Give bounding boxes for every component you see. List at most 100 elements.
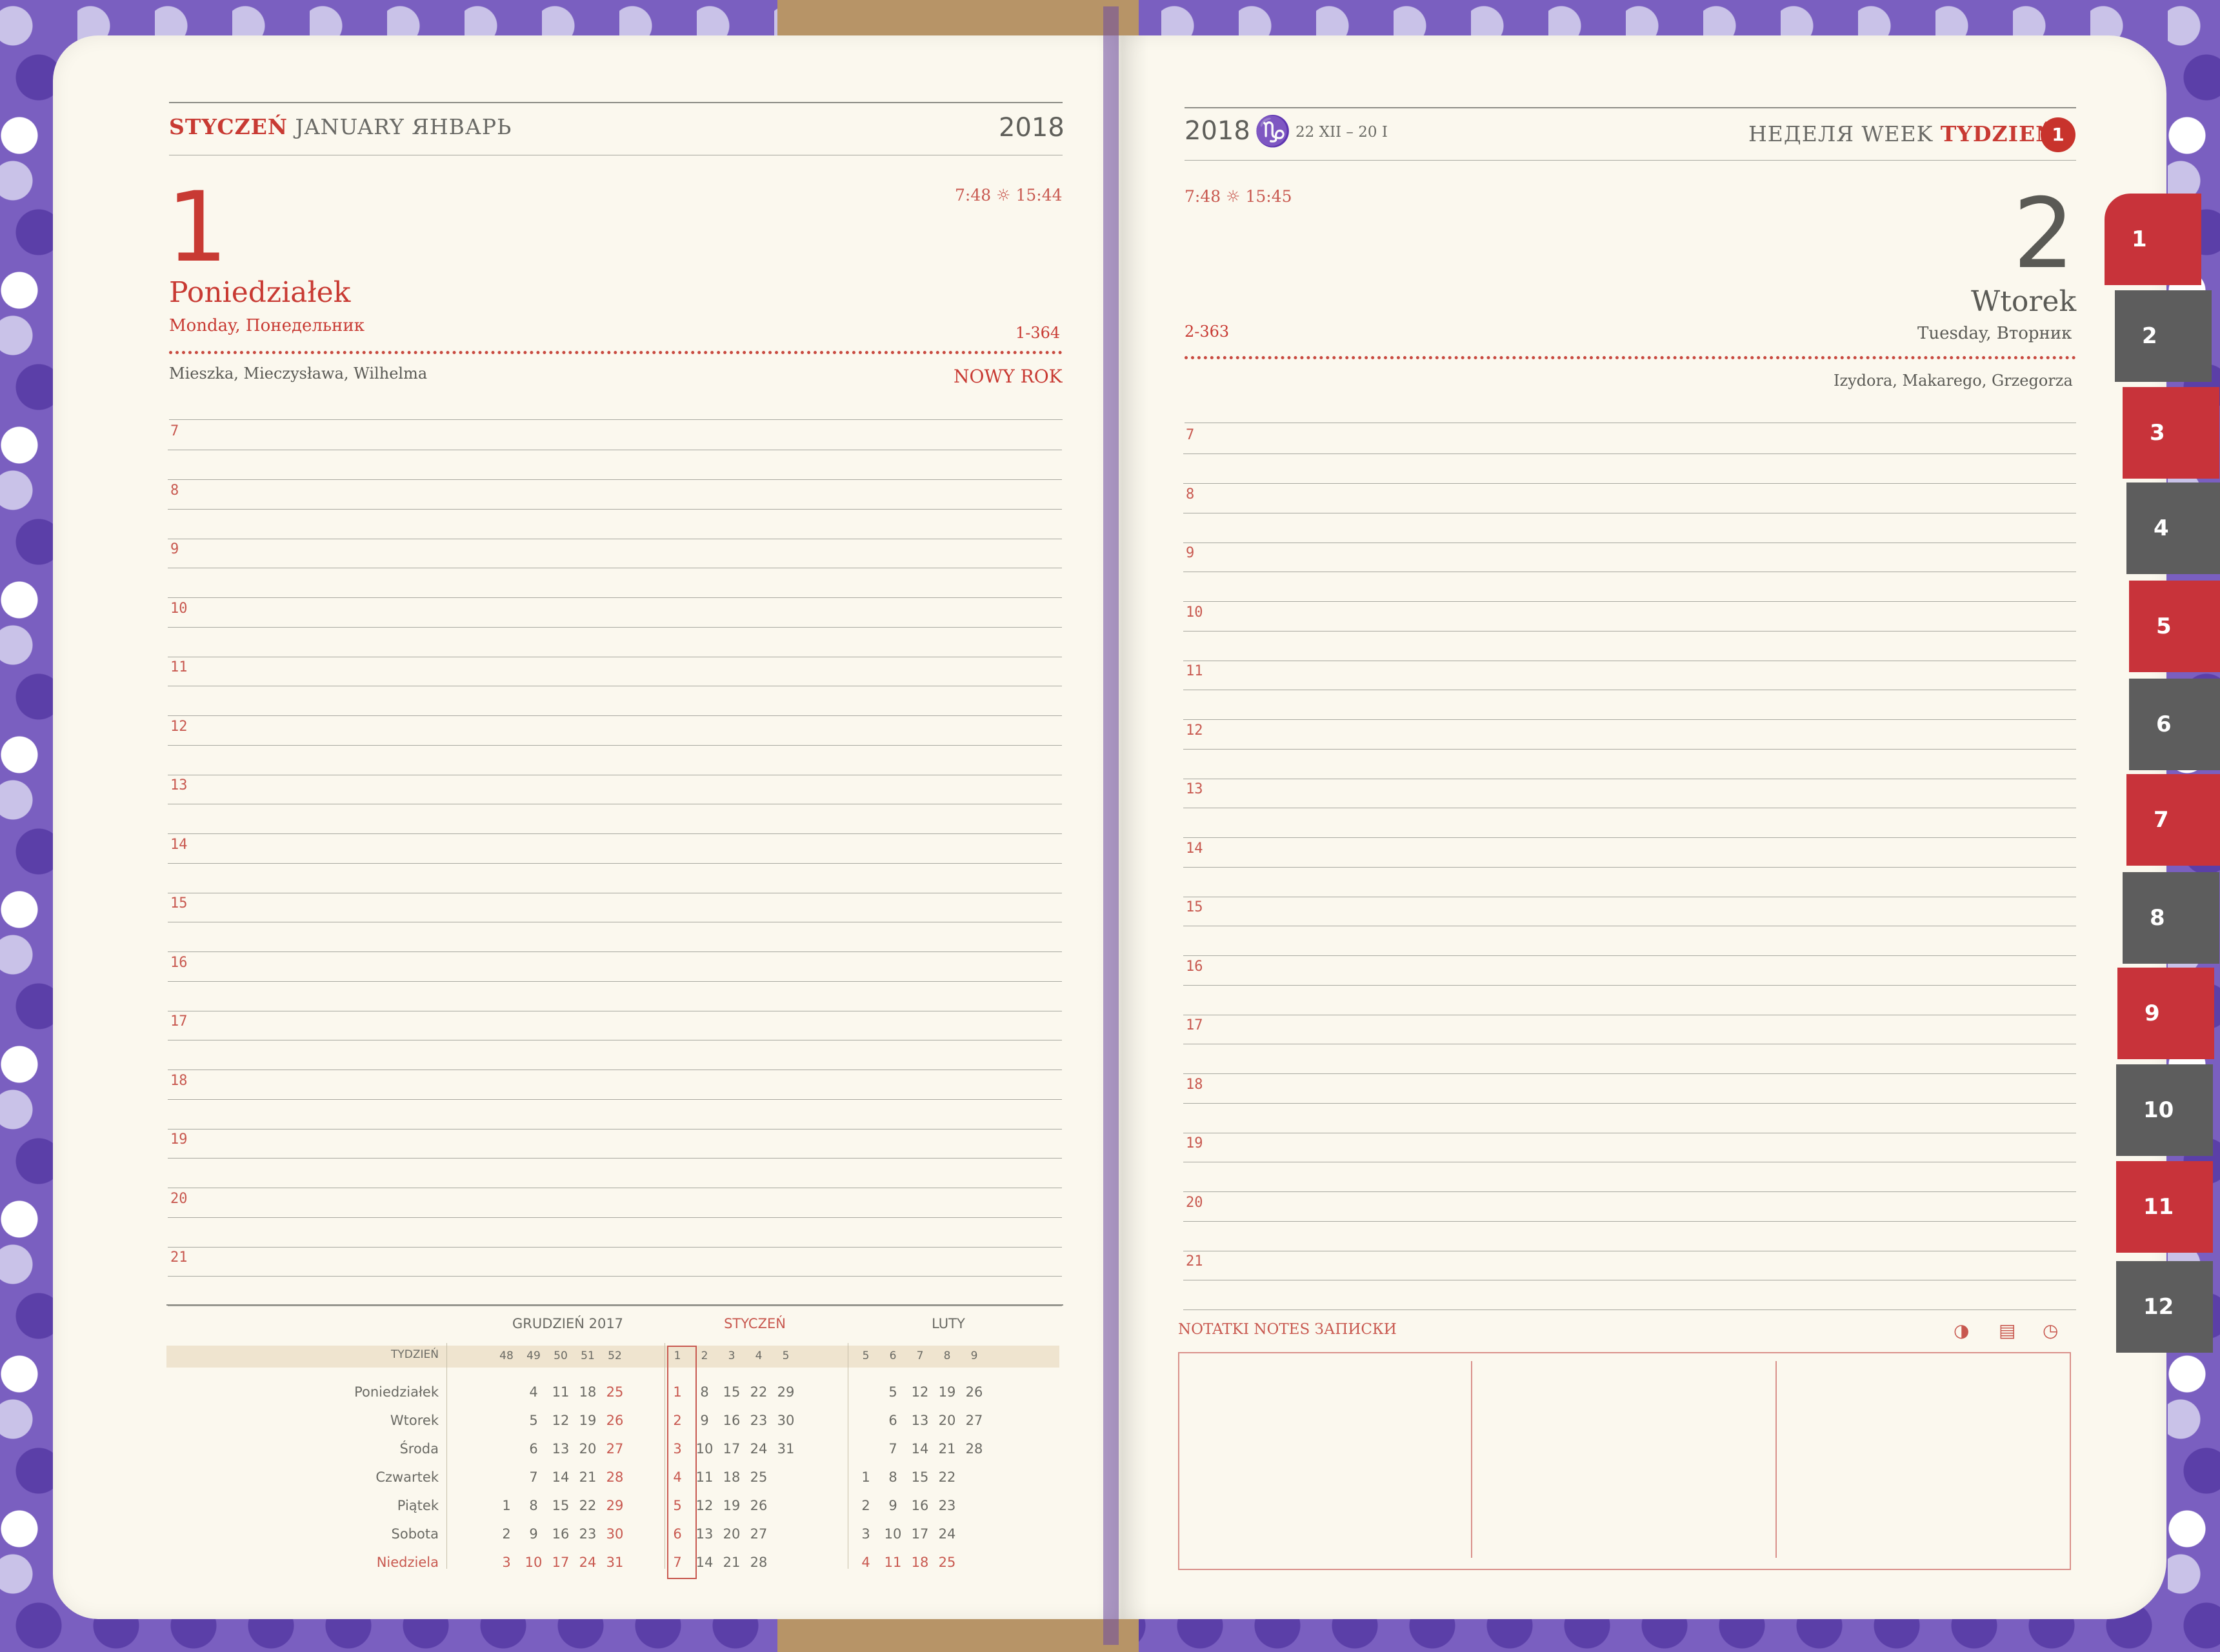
sunset-time: 15:44 — [1015, 186, 1063, 204]
mini-day-dec: 11 — [552, 1384, 570, 1400]
dotted-separator-right — [1185, 356, 2076, 359]
zodiac-range: 22 XII – 20 I — [1295, 124, 1388, 141]
half-hour-line[interactable] — [168, 508, 1062, 510]
half-hour-line[interactable] — [168, 626, 1062, 628]
mini-day-name: Środa — [399, 1441, 439, 1457]
month-tab-2[interactable]: 2 — [2115, 290, 2212, 382]
year-right: 2018 — [1185, 116, 1250, 146]
hour-line[interactable] — [1183, 719, 2076, 720]
mini-day-jan: 8 — [700, 1384, 709, 1400]
hour-label-13: 13 — [170, 777, 188, 793]
half-hour-line[interactable] — [168, 1276, 1062, 1277]
hour-line[interactable] — [168, 715, 1062, 716]
mini-day-jan: 20 — [723, 1526, 741, 1542]
half-hour-line[interactable] — [1183, 1220, 2076, 1222]
hour-line[interactable] — [168, 1128, 1062, 1130]
month-tab-3[interactable]: 3 — [2123, 387, 2219, 479]
month-tab-9[interactable]: 9 — [2117, 968, 2214, 1059]
half-hour-line[interactable] — [1183, 630, 2076, 632]
hour-label-12: 12 — [170, 718, 188, 735]
half-hour-line[interactable] — [168, 744, 1062, 746]
mini-day-name: Poniedziałek — [354, 1384, 439, 1400]
notes-box[interactable] — [1178, 1352, 2071, 1570]
header-rule-top — [169, 102, 1063, 103]
mini-day-feb: 10 — [884, 1526, 902, 1542]
mini-day-feb: 8 — [888, 1469, 897, 1485]
half-hour-line[interactable] — [168, 1099, 1062, 1100]
hour-line[interactable] — [1183, 601, 2076, 602]
mini-day-dec: 27 — [606, 1441, 624, 1457]
half-hour-line[interactable] — [168, 862, 1062, 864]
month-tab-7[interactable]: 7 — [2126, 774, 2220, 866]
mini-day-jan: 2 — [673, 1413, 682, 1428]
mini-day-feb: 11 — [884, 1555, 902, 1570]
mini-day-feb: 24 — [938, 1526, 956, 1542]
notes-divider-2 — [1775, 1361, 1777, 1558]
mini-day-feb: 21 — [938, 1441, 956, 1457]
half-hour-line[interactable] — [1183, 748, 2076, 750]
month-tab-1[interactable]: 1 — [2105, 194, 2201, 285]
month-tab-4[interactable]: 4 — [2126, 483, 2220, 574]
hour-label-10: 10 — [1186, 604, 1203, 621]
half-hour-line[interactable] — [1183, 1102, 2076, 1104]
hour-line[interactable] — [168, 597, 1062, 598]
mini-day-feb: 16 — [911, 1498, 929, 1513]
mini-day-jan: 7 — [673, 1555, 682, 1570]
mini-day-feb: 4 — [861, 1555, 870, 1570]
hour-line[interactable] — [168, 1246, 1062, 1248]
month-tab-11[interactable]: 11 — [2116, 1161, 2213, 1253]
month-tab-5[interactable]: 5 — [2129, 581, 2220, 672]
mini-day-jan: 24 — [750, 1441, 768, 1457]
month-tab-12[interactable]: 12 — [2116, 1261, 2213, 1353]
hour-label-14: 14 — [1186, 840, 1203, 857]
mini-week-jan: 3 — [728, 1349, 735, 1362]
hour-label-9: 9 — [1186, 545, 1195, 561]
hour-line[interactable] — [1183, 483, 2076, 484]
header-rule-top-right — [1185, 107, 2076, 108]
hour-line[interactable] — [1183, 1191, 2076, 1192]
mini-day-jan: 15 — [723, 1384, 741, 1400]
hour-line[interactable] — [1183, 1073, 2076, 1074]
mini-day-jan: 6 — [673, 1526, 682, 1542]
hour-line[interactable] — [168, 833, 1062, 834]
mini-day-feb: 23 — [938, 1498, 956, 1513]
mini-day-dec: 25 — [606, 1384, 624, 1400]
half-hour-line[interactable] — [1183, 984, 2076, 986]
half-hour-line[interactable] — [1183, 866, 2076, 868]
mini-week-feb: 6 — [889, 1349, 897, 1362]
hours-top-rule-left — [169, 419, 1063, 420]
week-header: НЕДЕЛЯ WEEK TYDZIEŃ — [1748, 121, 2055, 146]
hour-line[interactable] — [168, 479, 1062, 480]
bookmark-ribbon[interactable] — [1103, 6, 1119, 1645]
mini-day-dec: 17 — [552, 1555, 570, 1570]
day-sub-right: Tuesday, Вторник — [1917, 324, 2072, 343]
mini-day-dec: 8 — [529, 1498, 538, 1513]
dotted-separator-left — [169, 351, 1063, 354]
mini-day-jan: 17 — [723, 1441, 741, 1457]
mini-day-name: Sobota — [391, 1526, 439, 1542]
half-hour-line[interactable] — [168, 980, 1062, 982]
half-hour-line[interactable] — [168, 1217, 1062, 1218]
mini-day-feb: 26 — [965, 1384, 983, 1400]
hour-line[interactable] — [1183, 1309, 2076, 1310]
mini-day-feb: 1 — [861, 1469, 870, 1485]
day-name-left: Poniedziałek — [169, 276, 351, 309]
hour-line[interactable] — [1183, 542, 2076, 543]
spine-bottom — [777, 1619, 1139, 1652]
hour-label-21: 21 — [1186, 1253, 1203, 1269]
hour-line[interactable] — [1183, 837, 2076, 838]
mini-month-feb: LUTY — [932, 1316, 965, 1331]
half-hour-line[interactable] — [1183, 453, 2076, 454]
month-tab-10[interactable]: 10 — [2116, 1064, 2213, 1156]
month-tab-6[interactable]: 6 — [2129, 679, 2220, 770]
month-tab-8[interactable]: 8 — [2123, 872, 2219, 964]
mini-day-dec: 26 — [606, 1413, 624, 1428]
hour-label-18: 18 — [170, 1072, 188, 1089]
hour-line[interactable] — [1183, 955, 2076, 956]
day-number-left: 1 — [166, 172, 228, 284]
mini-day-dec: 6 — [529, 1441, 538, 1457]
mini-day-feb: 15 — [911, 1469, 929, 1485]
half-hour-line[interactable] — [168, 1158, 1062, 1159]
hour-label-9: 9 — [170, 541, 179, 557]
hour-line[interactable] — [168, 951, 1062, 952]
